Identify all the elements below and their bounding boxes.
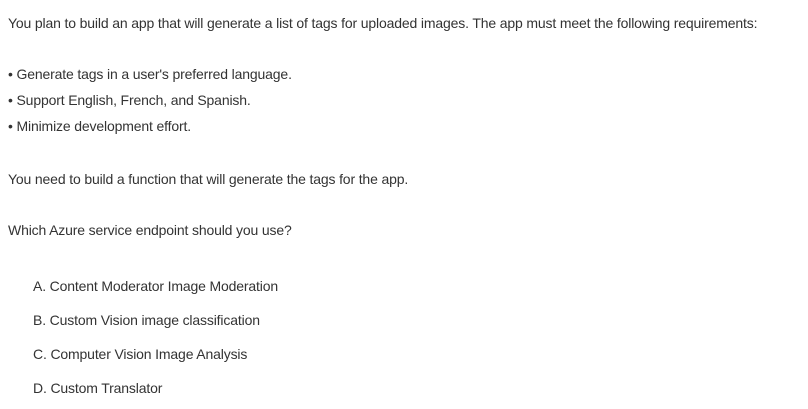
option-b[interactable]: B. Custom Vision image classification	[33, 311, 260, 329]
option-a[interactable]: A. Content Moderator Image Moderation	[33, 277, 278, 295]
requirement-item: • Minimize development effort.	[8, 118, 192, 134]
requirement-item: • Generate tags in a user's preferred la…	[8, 66, 292, 82]
question-task: You need to build a function that will g…	[8, 171, 409, 187]
requirement-item: • Support English, French, and Spanish.	[8, 92, 251, 108]
question-intro: You plan to build an app that will gener…	[8, 15, 758, 31]
question-prompt: Which Azure service endpoint should you …	[8, 222, 292, 238]
option-c[interactable]: C. Computer Vision Image Analysis	[33, 345, 247, 363]
option-d[interactable]: D. Custom Translator	[33, 379, 162, 397]
